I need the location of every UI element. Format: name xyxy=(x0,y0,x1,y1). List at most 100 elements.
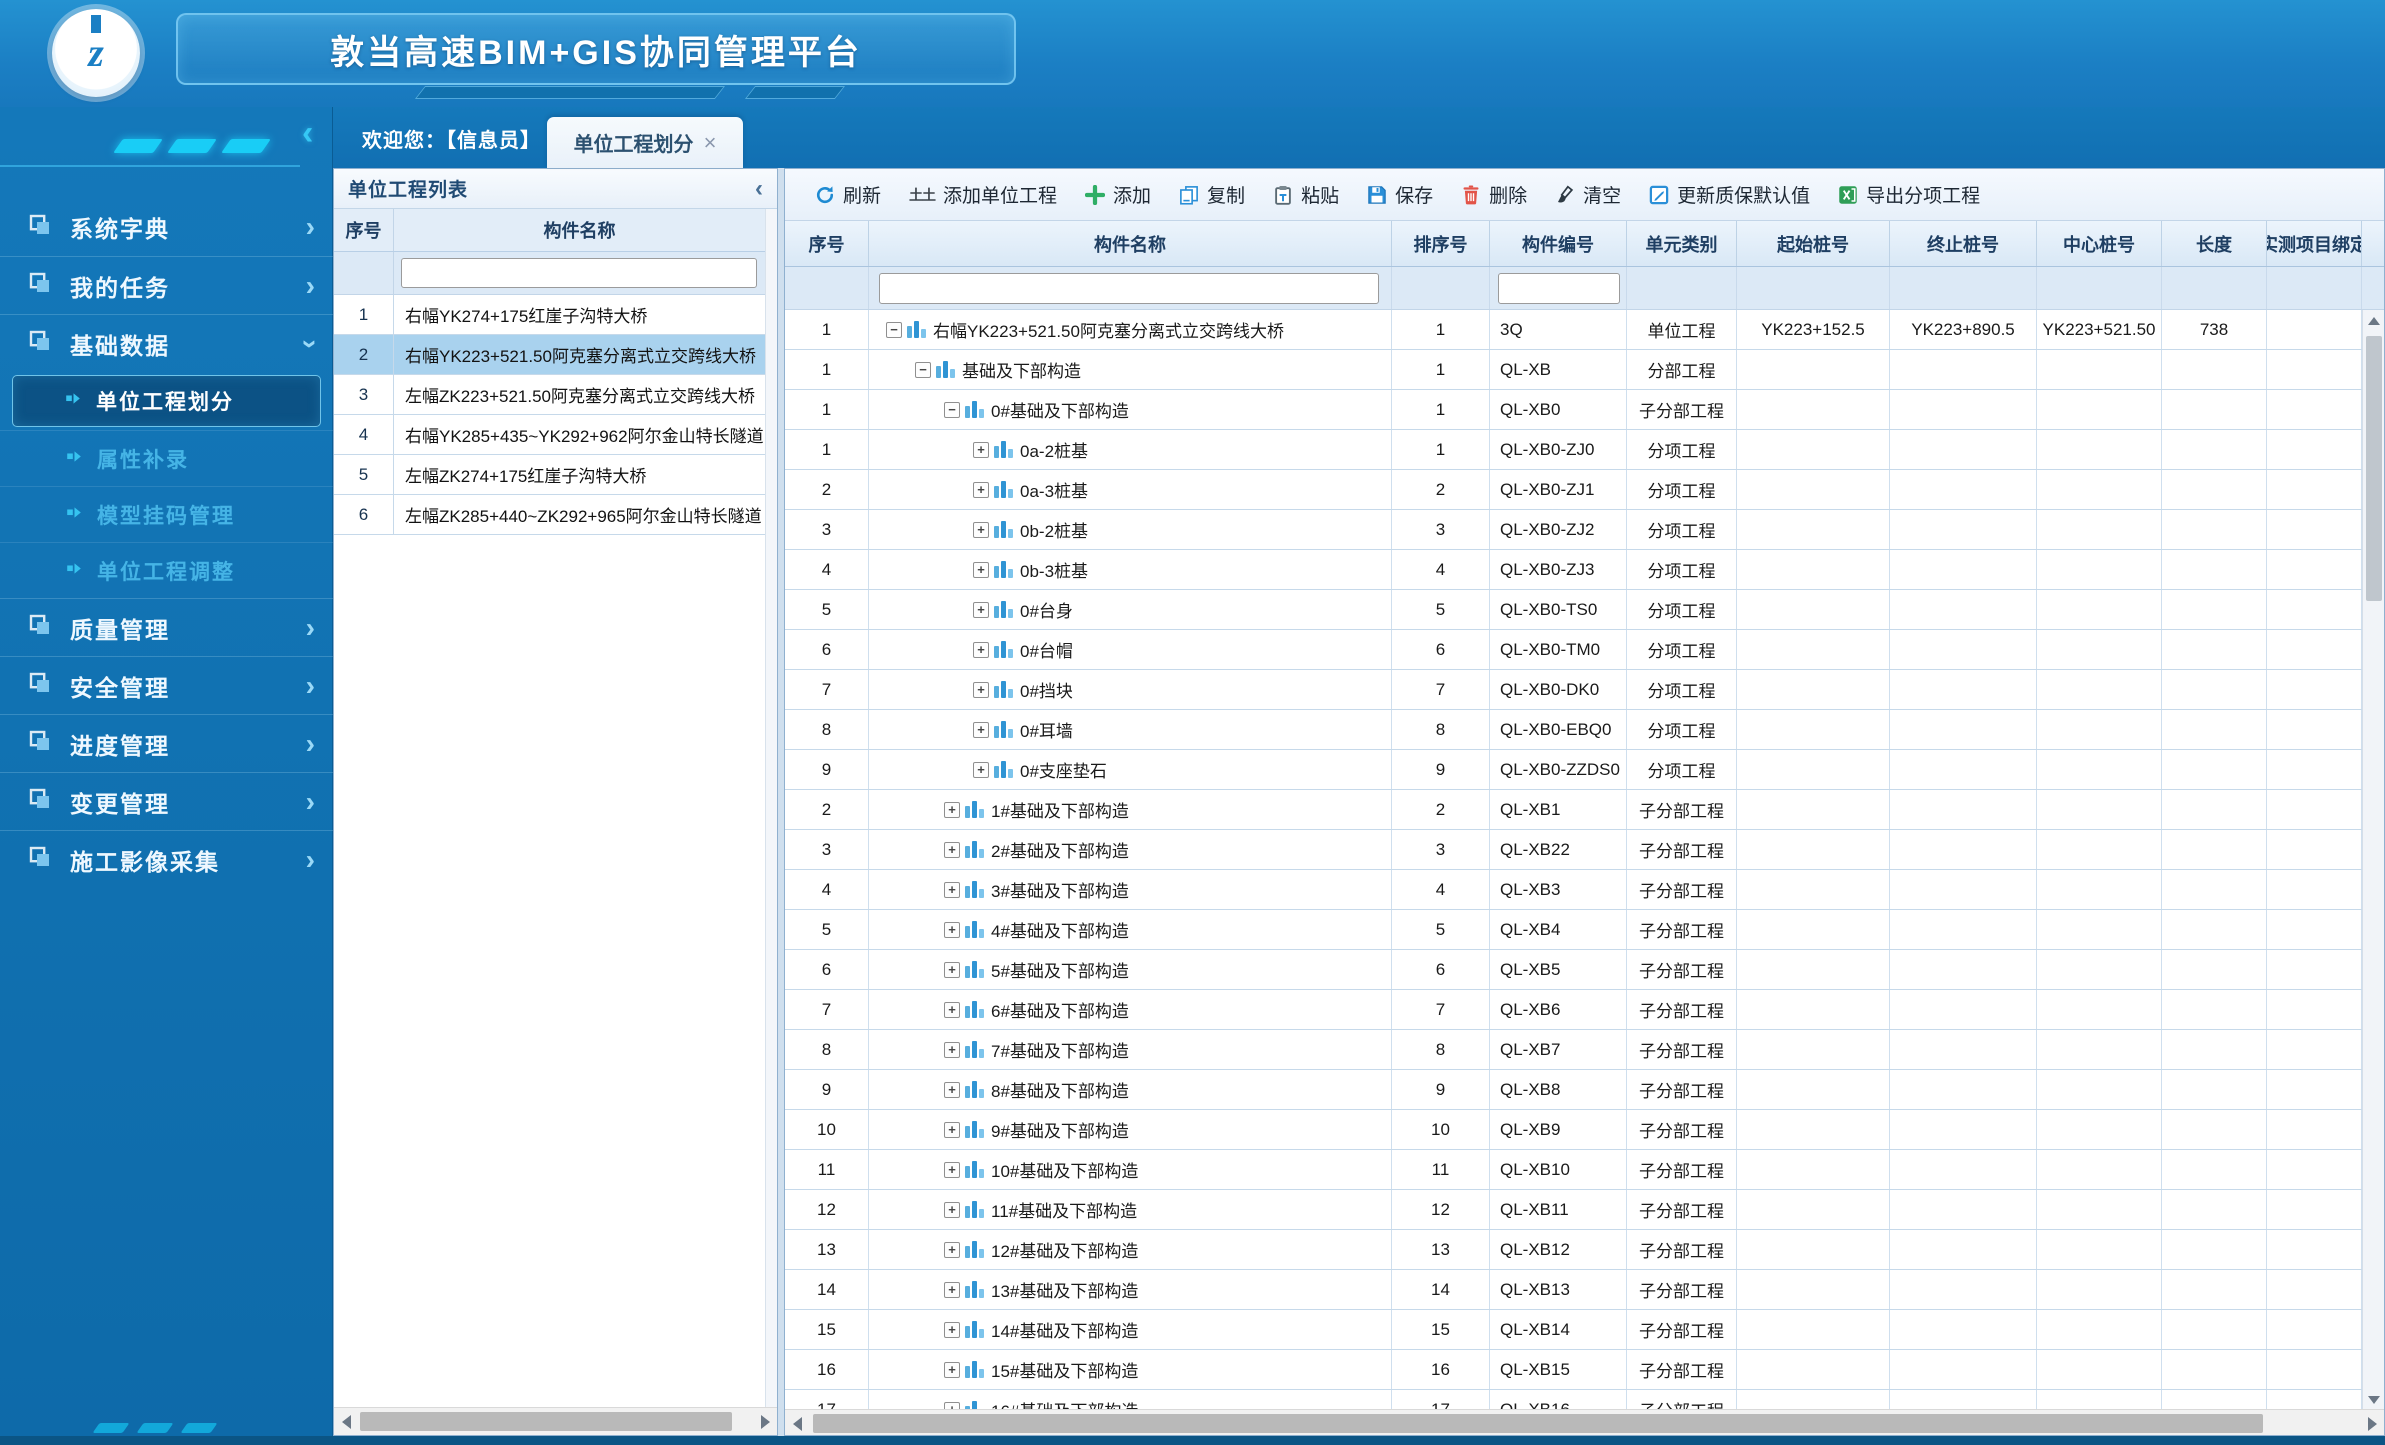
delete-button[interactable]: 删除 xyxy=(1447,176,1541,214)
expand-node-icon[interactable]: + xyxy=(944,962,960,978)
structure-tree-row[interactable]: 16+15#基础及下部构造16QL-XB15子分部工程 xyxy=(785,1350,2362,1390)
export-subitem-button[interactable]: 导出分项工程 xyxy=(1824,176,1994,214)
sidebar-item-7[interactable]: 质量管理› xyxy=(0,598,333,656)
structure-tree-row[interactable]: 14+13#基础及下部构造14QL-XB13子分部工程 xyxy=(785,1270,2362,1310)
structure-tree-row[interactable]: 2+1#基础及下部构造2QL-XB1子分部工程 xyxy=(785,790,2362,830)
expand-node-icon[interactable]: + xyxy=(944,1242,960,1258)
node-label[interactable]: 0a-3桩基 xyxy=(1020,477,1088,502)
node-label[interactable]: 2#基础及下部构造 xyxy=(991,837,1129,862)
node-label[interactable]: 0#耳墙 xyxy=(1020,717,1073,742)
sidebar-item-1[interactable]: 我的任务› xyxy=(0,256,333,314)
sidebar-subitem-6[interactable]: 单位工程调整 xyxy=(0,542,333,598)
structure-tree-row[interactable]: 4+3#基础及下部构造4QL-XB3子分部工程 xyxy=(785,870,2362,910)
node-label[interactable]: 15#基础及下部构造 xyxy=(991,1357,1138,1382)
column-header-7[interactable]: 中心桩号 xyxy=(2037,221,2162,266)
copy-button[interactable]: 复制 xyxy=(1165,176,1259,214)
structure-tree-row[interactable]: 4+0b-3桩基4QL-XB0-ZJ3分项工程 xyxy=(785,550,2362,590)
column-header-1[interactable]: 构件名称 xyxy=(869,221,1392,266)
scroll-left-icon[interactable] xyxy=(334,1408,358,1435)
expand-node-icon[interactable]: + xyxy=(944,1202,960,1218)
expand-node-icon[interactable]: + xyxy=(944,1002,960,1018)
column-header-4[interactable]: 单元类别 xyxy=(1627,221,1737,266)
code-filter-input[interactable] xyxy=(1498,273,1620,304)
back-chevron-icon[interactable]: ‹ xyxy=(302,116,313,150)
node-label[interactable]: 7#基础及下部构造 xyxy=(991,1037,1129,1062)
save-button[interactable]: 保存 xyxy=(1353,176,1447,214)
collapse-node-icon[interactable]: − xyxy=(915,362,931,378)
unit-project-row[interactable]: 2右幅YK223+521.50阿克塞分离式立交跨线大桥 xyxy=(334,335,765,375)
structure-tree-row[interactable]: 17+16#基础及下部构造17QL-XB16子分部工程 xyxy=(785,1390,2362,1411)
collapse-node-icon[interactable]: − xyxy=(944,402,960,418)
scrollbar-thumb[interactable] xyxy=(2366,336,2382,601)
main-horizontal-scrollbar[interactable] xyxy=(785,1409,2384,1435)
node-label[interactable]: 0b-2桩基 xyxy=(1020,517,1088,542)
expand-node-icon[interactable]: + xyxy=(944,842,960,858)
expand-node-icon[interactable]: + xyxy=(973,682,989,698)
structure-tree-row[interactable]: 3+0b-2桩基3QL-XB0-ZJ2分项工程 xyxy=(785,510,2362,550)
sidebar-subitem-4[interactable]: 属性补录 xyxy=(0,430,333,486)
refresh-button[interactable]: 刷新 xyxy=(801,176,895,214)
expand-node-icon[interactable]: + xyxy=(973,642,989,658)
expand-node-icon[interactable]: + xyxy=(944,1322,960,1338)
scroll-right-icon[interactable] xyxy=(2360,1410,2384,1437)
scroll-up-icon[interactable] xyxy=(2363,310,2385,332)
structure-tree-row[interactable]: 13+12#基础及下部构造13QL-XB12子分部工程 xyxy=(785,1230,2362,1270)
node-label[interactable]: 0#基础及下部构造 xyxy=(991,397,1129,422)
expand-node-icon[interactable]: + xyxy=(944,1162,960,1178)
main-vertical-scrollbar[interactable] xyxy=(2362,310,2384,1411)
structure-tree-row[interactable]: 1−0#基础及下部构造1QL-XB0子分部工程 xyxy=(785,390,2362,430)
node-label[interactable]: 3#基础及下部构造 xyxy=(991,877,1129,902)
update-qa-default-button[interactable]: 更新质保默认值 xyxy=(1635,176,1824,214)
structure-tree-row[interactable]: 7+6#基础及下部构造7QL-XB6子分部工程 xyxy=(785,990,2362,1030)
structure-tree-row[interactable]: 6+0#台帽6QL-XB0-TM0分项工程 xyxy=(785,630,2362,670)
structure-tree-row[interactable]: 9+0#支座垫石9QL-XB0-ZZDS0分项工程 xyxy=(785,750,2362,790)
sidebar-item-8[interactable]: 安全管理› xyxy=(0,656,333,714)
structure-tree-row[interactable]: 6+5#基础及下部构造6QL-XB5子分部工程 xyxy=(785,950,2362,990)
structure-tree-row[interactable]: 1+0a-2桩基1QL-XB0-ZJ0分项工程 xyxy=(785,430,2362,470)
scroll-left-icon[interactable] xyxy=(785,1410,809,1437)
expand-node-icon[interactable]: + xyxy=(944,1282,960,1298)
node-label[interactable]: 9#基础及下部构造 xyxy=(991,1117,1129,1142)
expand-node-icon[interactable]: + xyxy=(973,522,989,538)
node-label[interactable]: 10#基础及下部构造 xyxy=(991,1157,1138,1182)
structure-tree-row[interactable]: 8+7#基础及下部构造8QL-XB7子分部工程 xyxy=(785,1030,2362,1070)
sidebar-item-11[interactable]: 施工影像采集› xyxy=(0,830,333,888)
expand-node-icon[interactable]: + xyxy=(944,922,960,938)
sidebar-item-0[interactable]: 系统字典› xyxy=(0,198,333,256)
tab-unit-project-division[interactable]: 单位工程划分 × xyxy=(547,117,743,168)
structure-tree-row[interactable]: 15+14#基础及下部构造15QL-XB14子分部工程 xyxy=(785,1310,2362,1350)
structure-tree-row[interactable]: 11+10#基础及下部构造11QL-XB10子分部工程 xyxy=(785,1150,2362,1190)
structure-tree-row[interactable]: 1−基础及下部构造1QL-XB分部工程 xyxy=(785,350,2362,390)
close-icon[interactable]: × xyxy=(704,132,717,154)
clear-button[interactable]: 清空 xyxy=(1541,176,1635,214)
expand-node-icon[interactable]: + xyxy=(973,482,989,498)
expand-node-icon[interactable]: + xyxy=(973,602,989,618)
column-header-6[interactable]: 终止桩号 xyxy=(1890,221,2037,266)
structure-tree-row[interactable]: 1−右幅YK223+521.50阿克塞分离式立交跨线大桥13Q单位工程YK223… xyxy=(785,310,2362,350)
structure-tree-row[interactable]: 5+4#基础及下部构造5QL-XB4子分部工程 xyxy=(785,910,2362,950)
scroll-down-icon[interactable] xyxy=(2363,1389,2385,1411)
expand-node-icon[interactable]: + xyxy=(944,882,960,898)
scroll-right-icon[interactable] xyxy=(753,1408,777,1435)
left-name-filter-input[interactable] xyxy=(401,258,757,288)
collapse-node-icon[interactable]: − xyxy=(886,322,902,338)
node-label[interactable]: 13#基础及下部构造 xyxy=(991,1277,1138,1302)
structure-tree-row[interactable]: 3+2#基础及下部构造3QL-XB22子分部工程 xyxy=(785,830,2362,870)
add-button[interactable]: 添加 xyxy=(1071,176,1165,214)
expand-node-icon[interactable]: + xyxy=(944,802,960,818)
name-filter-input[interactable] xyxy=(879,273,1379,304)
node-label[interactable]: 0#挡块 xyxy=(1020,677,1073,702)
sidebar-subitem-5[interactable]: 模型挂码管理 xyxy=(0,486,333,542)
structure-tree-row[interactable]: 5+0#台身5QL-XB0-TS0分项工程 xyxy=(785,590,2362,630)
node-label[interactable]: 0#台身 xyxy=(1020,597,1073,622)
node-label[interactable]: 0b-3桩基 xyxy=(1020,557,1088,582)
unit-project-row[interactable]: 5左幅ZK274+175红崖子沟特大桥 xyxy=(334,455,765,495)
scrollbar-thumb[interactable] xyxy=(360,1412,732,1431)
node-label[interactable]: 12#基础及下部构造 xyxy=(991,1237,1138,1262)
unit-project-row[interactable]: 4右幅YK285+435~YK292+962阿尔金山特长隧道 xyxy=(334,415,765,455)
sidebar-subitem-3[interactable]: 单位工程划分 xyxy=(12,375,321,427)
collapse-panel-icon[interactable]: ‹ xyxy=(755,178,763,200)
column-header-2[interactable]: 排序号 xyxy=(1392,221,1490,266)
structure-tree-row[interactable]: 10+9#基础及下部构造10QL-XB9子分部工程 xyxy=(785,1110,2362,1150)
sidebar-item-10[interactable]: 变更管理› xyxy=(0,772,333,830)
